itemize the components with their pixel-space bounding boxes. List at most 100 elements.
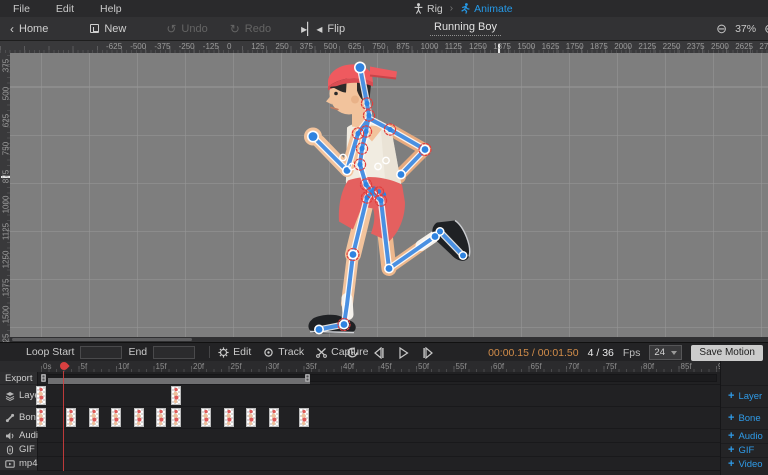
mp4-label: mp4 — [19, 458, 37, 469]
keyframe-figure — [172, 387, 180, 404]
keyframe-thumbnail[interactable] — [111, 408, 121, 427]
loop-start-input[interactable] — [80, 346, 122, 359]
export-label: Export — [5, 373, 32, 384]
add-layer-button[interactable]: +Layer — [728, 390, 762, 402]
v-ruler-label: 1625 — [2, 331, 11, 343]
menu-file[interactable]: File — [0, 3, 43, 15]
edit-button[interactable]: Edit — [218, 346, 251, 358]
previous-frame-icon[interactable] — [372, 347, 385, 359]
frame-ruler-label: 70f — [568, 362, 579, 371]
fps-value: 24 — [654, 347, 665, 358]
v-ruler-label: 500 — [2, 81, 11, 105]
keyframe-figure — [300, 409, 308, 426]
keyframe-figure — [172, 409, 180, 426]
zoom-out-icon[interactable]: ⊖ — [716, 21, 727, 37]
tab-animate-label: Animate — [474, 3, 513, 15]
export-range-fill[interactable] — [48, 378, 310, 384]
loop-playback-icon[interactable] — [346, 346, 359, 359]
new-file-icon — [90, 24, 99, 33]
next-frame-icon[interactable] — [422, 347, 435, 359]
keyframe-thumbnail[interactable] — [171, 386, 181, 405]
add-audio-button[interactable]: +Audio — [728, 430, 763, 442]
gear-icon — [218, 347, 229, 358]
keyframe-thumbnail[interactable] — [66, 408, 76, 427]
fps-select[interactable]: 24 — [649, 345, 682, 360]
new-label: New — [104, 23, 126, 35]
track-label-audio[interactable]: Audio — [0, 429, 37, 443]
track-label-layer[interactable]: Layer — [0, 385, 37, 407]
mp4-track-row[interactable] — [38, 457, 720, 471]
track-label-mp4[interactable]: mp4 — [0, 457, 37, 471]
scrollbar-thumb[interactable] — [12, 338, 192, 341]
h-ruler-label: 625 — [348, 42, 361, 51]
h-ruler-label: 875 — [396, 42, 409, 51]
h-ruler-label: 2000 — [614, 42, 632, 51]
menu-help[interactable]: Help — [87, 3, 135, 15]
menu-edit[interactable]: Edit — [43, 3, 87, 15]
h-ruler-label: 1375 — [493, 42, 511, 51]
frame-ruler-label: 25f — [231, 362, 242, 371]
running-boy-character[interactable] — [10, 53, 768, 342]
redo-button[interactable]: ↻ Redo — [230, 23, 271, 35]
home-button[interactable]: ‹ Home — [10, 23, 48, 35]
timecode: 00:00.15 / 00:01.50 — [488, 347, 579, 359]
zoom-in-icon[interactable]: ⊕ — [764, 21, 768, 37]
gif-track-row[interactable] — [38, 443, 720, 457]
project-title[interactable]: Running Boy — [430, 21, 501, 36]
track-label-gif[interactable]: GIF — [0, 443, 37, 457]
add-button-label: GIF — [738, 445, 754, 456]
keyframe-thumbnail[interactable] — [269, 408, 279, 427]
add-button-label: Bone — [738, 413, 760, 424]
audio-icon — [5, 431, 15, 441]
export-range-handle-right[interactable] — [305, 374, 310, 382]
h-ruler-label: -375 — [154, 42, 170, 51]
layer-track-row[interactable] — [38, 385, 720, 407]
flip-button[interactable]: ▸▏◂ Flip — [301, 23, 345, 35]
zoom-level: 37% — [735, 23, 756, 35]
save-motion-button[interactable]: Save Motion — [691, 345, 763, 361]
keyframe-thumbnail[interactable] — [201, 408, 211, 427]
rig-person-icon — [414, 3, 423, 14]
tab-rig[interactable]: Rig — [414, 3, 443, 15]
timeline-ruler[interactable]: 0s5f10f15f20f25f30f35f40f45f50f55f60f65f… — [0, 361, 720, 372]
plus-icon: + — [728, 458, 734, 470]
track-label-export[interactable]: Export — [0, 372, 37, 385]
undo-button[interactable]: ↺ Undo — [166, 23, 207, 35]
gif-clip-icon — [5, 445, 15, 455]
frame-ruler-label: 40f — [343, 362, 354, 371]
keyframe-thumbnail[interactable] — [171, 408, 181, 427]
keyframe-thumbnail[interactable] — [89, 408, 99, 427]
audio-track-row[interactable] — [38, 429, 720, 443]
add-gif-button[interactable]: +GIF — [728, 444, 754, 456]
loop-end-label: End — [128, 346, 147, 358]
add-video-button[interactable]: + Video — [728, 458, 763, 470]
export-track-row[interactable] — [38, 372, 720, 385]
timeline-footer — [0, 471, 720, 475]
play-icon[interactable] — [398, 347, 409, 359]
keyframe-thumbnail[interactable] — [36, 408, 46, 427]
bone-track-row[interactable] — [38, 407, 720, 429]
keyframe-thumbnail[interactable] — [299, 408, 309, 427]
keyframe-thumbnail[interactable] — [246, 408, 256, 427]
animation-app-window: File Edit Help Rig › — [0, 0, 768, 475]
h-ruler-label: 500 — [324, 42, 337, 51]
keyframe-thumbnail[interactable] — [134, 408, 144, 427]
keyframe-thumbnail[interactable] — [224, 408, 234, 427]
track-label-bone[interactable]: Bone — [0, 407, 37, 429]
character-artwork[interactable] — [304, 64, 470, 333]
playhead-line[interactable] — [63, 371, 65, 471]
tab-animate[interactable]: Animate — [460, 3, 513, 15]
keyframe-figure — [37, 387, 45, 404]
track-button[interactable]: Track — [263, 346, 304, 358]
export-range-handle-left[interactable] — [41, 374, 46, 382]
export-range-track[interactable] — [41, 374, 717, 382]
loop-end-input[interactable] — [153, 346, 195, 359]
keyframe-thumbnail[interactable] — [156, 408, 166, 427]
add-bone-button[interactable]: +Bone — [728, 412, 761, 424]
keyframe-thumbnail[interactable] — [36, 386, 46, 405]
add-button-label: Video — [738, 459, 762, 470]
new-button[interactable]: New — [90, 23, 126, 35]
stage-canvas[interactable] — [10, 53, 768, 342]
h-ruler-label: 1000 — [421, 42, 439, 51]
track-target-icon — [263, 347, 274, 358]
